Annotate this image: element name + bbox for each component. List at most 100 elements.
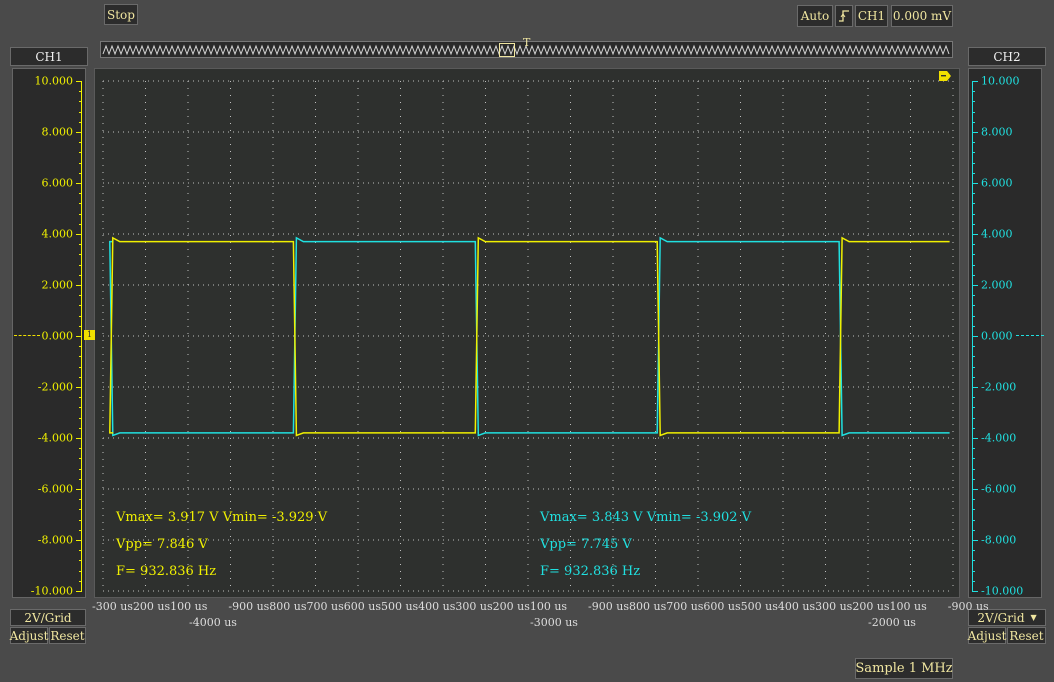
left-axis-tick bbox=[76, 489, 82, 490]
right-axis-tick bbox=[972, 193, 975, 195]
right-axis-tick bbox=[972, 162, 975, 164]
left-axis-tick bbox=[79, 101, 82, 103]
right-axis-tick bbox=[972, 234, 978, 235]
right-axis-label: -2.000 bbox=[981, 380, 1017, 394]
left-axis-tick bbox=[79, 509, 82, 511]
right-axis-tick bbox=[972, 580, 975, 582]
left-axis-tick bbox=[79, 468, 82, 470]
left-axis-tick bbox=[79, 458, 82, 460]
right-axis-label: 8.000 bbox=[981, 125, 1013, 139]
left-axis-tick bbox=[79, 499, 82, 501]
ch1-label[interactable]: CH1 bbox=[10, 47, 88, 66]
ch1-adjust-button[interactable]: Adjust bbox=[10, 627, 48, 644]
left-axis-tick bbox=[79, 427, 82, 429]
left-axis-tick bbox=[79, 550, 82, 552]
ch2-label[interactable]: CH2 bbox=[968, 47, 1046, 66]
left-axis-tick bbox=[76, 285, 82, 286]
left-axis-tick bbox=[76, 183, 82, 184]
right-axis-tick bbox=[972, 346, 975, 348]
left-axis-tick bbox=[76, 540, 82, 541]
left-axis-tick bbox=[76, 234, 82, 235]
left-axis-tick bbox=[79, 274, 82, 276]
right-axis-tick bbox=[972, 356, 975, 358]
right-axis-tick bbox=[972, 121, 975, 123]
ch2-adjust-button[interactable]: Adjust bbox=[968, 627, 1006, 644]
left-axis-label: -10.000 bbox=[30, 584, 73, 598]
right-axis-tick bbox=[972, 570, 975, 572]
left-axis-tick bbox=[79, 417, 82, 419]
left-axis-tick bbox=[79, 376, 82, 378]
left-axis-tick bbox=[79, 295, 82, 297]
left-axis-tick bbox=[79, 315, 82, 317]
left-axis-tick bbox=[79, 254, 82, 256]
ch1-ground-marker-icon[interactable]: 1 bbox=[84, 330, 95, 340]
right-axis-tick bbox=[972, 285, 978, 286]
ch2-waveform bbox=[109, 236, 950, 437]
left-axis-label: -4.000 bbox=[37, 431, 73, 445]
left-axis-tick bbox=[79, 407, 82, 409]
left-axis-tick bbox=[76, 132, 82, 133]
left-axis-tick bbox=[79, 193, 82, 195]
left-axis-tick bbox=[79, 519, 82, 521]
left-axis-label: 4.000 bbox=[41, 227, 74, 241]
right-axis-label: 10.000 bbox=[981, 74, 1020, 88]
ch2-axis-panel: 10.000 8.000 6.000 4.000 2.000 0.000 -2.000 -4.… bbox=[968, 68, 1042, 598]
trigger-mode-button[interactable]: Auto bbox=[797, 5, 833, 27]
scope-display[interactable]: Vmax= 3.917 V Vmin= -3.929 V Vpp= 7.846 … bbox=[94, 68, 960, 598]
left-axis-label: -8.000 bbox=[37, 533, 73, 547]
right-axis-label: -8.000 bbox=[981, 533, 1017, 547]
ch2-frequency-readout: F= 932.836 Hz bbox=[540, 564, 641, 579]
right-axis-tick bbox=[972, 81, 978, 82]
left-axis-label: 10.000 bbox=[34, 74, 74, 88]
right-axis-tick bbox=[972, 387, 978, 388]
time-group-label-2: -3000 us bbox=[530, 616, 578, 629]
right-axis-tick bbox=[972, 274, 975, 276]
ch2-vmax-vmin-readout: Vmax= 3.843 V Vmin= -3.902 V bbox=[540, 510, 752, 525]
left-axis-tick bbox=[79, 448, 82, 450]
right-axis-tick bbox=[972, 213, 975, 215]
left-axis-tick bbox=[79, 213, 82, 215]
trigger-position-marker-icon[interactable]: T bbox=[523, 37, 530, 48]
trigger-level-field[interactable]: 0.000 mV bbox=[891, 5, 953, 27]
right-axis-tick bbox=[972, 295, 975, 297]
right-axis-tick bbox=[972, 244, 975, 246]
left-axis-label: 0.000 bbox=[41, 329, 74, 343]
right-axis-tick bbox=[972, 101, 975, 103]
left-axis-tick bbox=[79, 244, 82, 246]
ch1-vpp-readout: Vpp= 7.846 V bbox=[116, 537, 208, 552]
left-axis-tick bbox=[76, 81, 82, 82]
trigger-flag-icon[interactable] bbox=[939, 71, 951, 81]
overview-view-window[interactable] bbox=[499, 43, 515, 57]
right-axis-tick bbox=[972, 550, 975, 552]
right-axis-label: -6.000 bbox=[981, 482, 1017, 496]
left-axis-label: 8.000 bbox=[41, 125, 74, 139]
sample-rate-display[interactable]: Sample 1 MHz bbox=[855, 658, 953, 679]
stop-button[interactable]: Stop bbox=[104, 4, 138, 25]
right-axis-tick bbox=[972, 132, 978, 133]
left-axis-tick bbox=[79, 397, 82, 399]
right-axis-tick bbox=[972, 519, 975, 521]
right-axis-tick bbox=[972, 183, 978, 184]
left-axis-tick bbox=[79, 529, 82, 531]
right-axis-tick bbox=[972, 397, 975, 399]
right-axis-tick bbox=[972, 376, 975, 378]
left-axis-tick bbox=[79, 305, 82, 307]
trigger-edge-icon[interactable] bbox=[835, 5, 853, 27]
ch1-scale-select[interactable]: 2V/Grid bbox=[10, 609, 86, 626]
right-axis-label: 4.000 bbox=[981, 227, 1013, 241]
left-axis-tick bbox=[79, 91, 82, 93]
ch1-reset-button[interactable]: Reset bbox=[49, 627, 86, 644]
ch2-reset-button[interactable]: Reset bbox=[1007, 627, 1046, 644]
right-axis-label: -10.000 bbox=[981, 584, 1024, 598]
right-axis-tick bbox=[972, 591, 978, 592]
left-axis-label: -6.000 bbox=[37, 482, 73, 496]
ch1-waveform bbox=[109, 236, 950, 437]
left-axis-tick bbox=[76, 438, 82, 439]
left-axis-tick bbox=[79, 346, 82, 348]
ch2-vpp-readout: Vpp= 7.745 V bbox=[540, 537, 632, 552]
right-axis-tick bbox=[972, 264, 975, 266]
left-axis-tick bbox=[79, 172, 82, 174]
trigger-source-button[interactable]: CH1 bbox=[855, 5, 888, 27]
left-axis-tick bbox=[79, 356, 82, 358]
left-axis-tick bbox=[79, 203, 82, 205]
